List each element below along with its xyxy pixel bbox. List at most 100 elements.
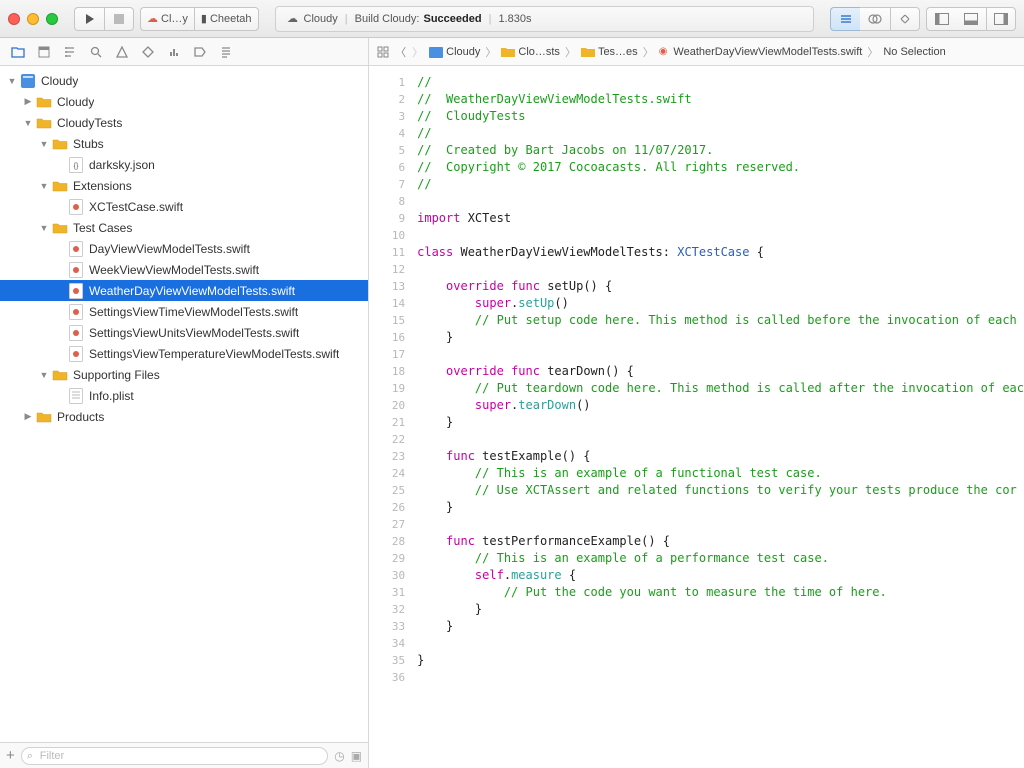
navigator-sidebar: ▼ Cloudy ▶ Cloudy ▼ CloudyTests ▼ Stubs {} darksk…	[0, 38, 369, 768]
disclosure-triangle[interactable]: ▼	[22, 118, 34, 128]
source-control-navigator-tab[interactable]	[32, 41, 56, 63]
breadcrumb-project[interactable]: Cloudy	[427, 46, 482, 58]
version-editor-button[interactable]	[890, 7, 920, 31]
tree-row[interactable]: ▼ Test Cases	[0, 217, 368, 238]
tree-item-label: Test Cases	[73, 221, 132, 235]
project-tree[interactable]: ▼ Cloudy ▶ Cloudy ▼ CloudyTests ▼ Stubs {} darksk…	[0, 66, 368, 742]
tree-row[interactable]: {} darksky.json	[0, 154, 368, 175]
disclosure-triangle[interactable]: ▼	[38, 223, 50, 233]
disclosure-triangle[interactable]: ▼	[38, 370, 50, 380]
disclosure-triangle[interactable]: ▼	[38, 139, 50, 149]
tree-row[interactable]: ▼ Stubs	[0, 133, 368, 154]
tree-item-label: WeekViewViewModelTests.swift	[89, 263, 259, 277]
stop-button[interactable]	[104, 7, 134, 31]
tree-row[interactable]: WeekViewViewModelTests.swift	[0, 259, 368, 280]
tree-row[interactable]: ▼ Cloudy	[0, 70, 368, 91]
plist-icon	[68, 388, 84, 404]
back-button[interactable]: 〈	[393, 44, 408, 60]
assistant-editor-button[interactable]	[860, 7, 890, 31]
swift-icon	[68, 304, 84, 320]
run-button[interactable]	[74, 7, 104, 31]
swift-icon	[68, 241, 84, 257]
source-editor[interactable]: 1234567891011121314151617181920212223242…	[369, 66, 1024, 768]
scheme-selector[interactable]: ☁︎ Cl…y	[140, 7, 194, 31]
tree-item-label: Products	[57, 410, 104, 424]
proj-icon	[20, 73, 36, 89]
tree-item-label: SettingsViewUnitsViewModelTests.swift	[89, 326, 299, 340]
swift-icon	[68, 283, 84, 299]
chevron-icon: 〉	[643, 44, 654, 60]
close-window-button[interactable]	[8, 13, 20, 25]
disclosure-triangle[interactable]: ▶	[22, 96, 34, 107]
tree-item-label: Info.plist	[89, 389, 134, 403]
forward-button[interactable]: 〉	[410, 44, 425, 60]
standard-editor-button[interactable]	[830, 7, 860, 31]
tree-row[interactable]: ▶ Cloudy	[0, 91, 368, 112]
tree-item-label: SettingsViewTemperatureViewModelTests.sw…	[89, 347, 339, 361]
tree-item-label: Cloudy	[41, 74, 78, 88]
swift-icon	[68, 199, 84, 215]
navigator-filter-bar: + ⌕ Filter ◷ ▣	[0, 742, 368, 768]
activity-view[interactable]: ☁︎ Cloudy | Build Cloudy: Succeeded | 1.…	[275, 6, 814, 32]
tree-item-label: WeatherDayViewViewModelTests.swift	[89, 284, 295, 298]
breadcrumb-group[interactable]: Tes…es	[579, 46, 640, 58]
issue-navigator-tab[interactable]	[110, 41, 134, 63]
tree-item-label: CloudyTests	[57, 116, 122, 130]
breakpoint-navigator-tab[interactable]	[188, 41, 212, 63]
code-text[interactable]: //// WeatherDayViewViewModelTests.swift/…	[411, 66, 1024, 768]
chevron-icon: 〉	[565, 44, 576, 60]
tree-row[interactable]: SettingsViewTemperatureViewModelTests.sw…	[0, 343, 368, 364]
disclosure-triangle[interactable]: ▼	[38, 181, 50, 191]
find-navigator-tab[interactable]	[84, 41, 108, 63]
folder-icon	[52, 178, 68, 194]
tree-row[interactable]: Info.plist	[0, 385, 368, 406]
tree-row[interactable]: XCTestCase.swift	[0, 196, 368, 217]
tree-item-label: Stubs	[73, 137, 104, 151]
toggle-navigator-button[interactable]	[926, 7, 956, 31]
status-action: Build Cloudy:	[355, 13, 420, 25]
status-time: 1.830s	[498, 13, 531, 25]
tree-item-label: Cloudy	[57, 95, 94, 109]
minimize-window-button[interactable]	[27, 13, 39, 25]
scheme-icon: ☁︎	[147, 12, 158, 25]
related-items-button[interactable]	[375, 46, 391, 58]
svg-text:{}: {}	[74, 163, 79, 170]
tree-row[interactable]: SettingsViewUnitsViewModelTests.swift	[0, 322, 368, 343]
breadcrumb-symbol[interactable]: No Selection	[881, 46, 947, 58]
project-navigator-tab[interactable]	[6, 41, 30, 63]
swift-icon	[68, 346, 84, 362]
jump-bar[interactable]: 〈 〉 Cloudy 〉 Clo…sts 〉 Tes…es 〉 ◉Weather…	[369, 38, 1024, 66]
tree-row[interactable]: SettingsViewTimeViewModelTests.swift	[0, 301, 368, 322]
search-icon: ⌕	[27, 750, 33, 763]
toggle-debug-area-button[interactable]	[956, 7, 986, 31]
tree-row[interactable]: ▼Supporting Files	[0, 364, 368, 385]
chevron-icon: 〉	[867, 44, 878, 60]
test-navigator-tab[interactable]	[136, 41, 160, 63]
folder-icon	[52, 367, 68, 383]
report-navigator-tab[interactable]	[214, 41, 238, 63]
line-gutter[interactable]: 1234567891011121314151617181920212223242…	[369, 66, 411, 768]
destination-selector[interactable]: ▮ Cheetah	[194, 7, 259, 31]
tree-item-label: darksky.json	[89, 158, 155, 172]
disclosure-triangle[interactable]: ▼	[6, 76, 18, 86]
recent-filter-button[interactable]: ◷	[334, 749, 344, 763]
tree-row[interactable]: DayViewViewModelTests.swift	[0, 238, 368, 259]
disclosure-triangle[interactable]: ▶	[22, 411, 34, 422]
toggle-inspector-button[interactable]	[986, 7, 1016, 31]
tree-row[interactable]: ▶ Products	[0, 406, 368, 427]
tree-item-label: XCTestCase.swift	[89, 200, 183, 214]
filter-field[interactable]: ⌕ Filter	[21, 747, 329, 765]
breadcrumb-group[interactable]: Clo…sts	[499, 46, 562, 58]
add-button[interactable]: +	[6, 747, 15, 764]
tree-row[interactable]: WeatherDayViewViewModelTests.swift	[0, 280, 368, 301]
symbol-navigator-tab[interactable]	[58, 41, 82, 63]
debug-navigator-tab[interactable]	[162, 41, 186, 63]
status-app: Cloudy	[304, 13, 338, 25]
tree-row[interactable]: ▼Extensions	[0, 175, 368, 196]
device-icon: ▮	[201, 12, 207, 25]
scm-filter-button[interactable]: ▣	[351, 749, 362, 763]
tree-item-label: SettingsViewTimeViewModelTests.swift	[89, 305, 298, 319]
tree-row[interactable]: ▼ CloudyTests	[0, 112, 368, 133]
breadcrumb-file[interactable]: ◉WeatherDayViewViewModelTests.swift	[657, 46, 865, 58]
zoom-window-button[interactable]	[46, 13, 58, 25]
